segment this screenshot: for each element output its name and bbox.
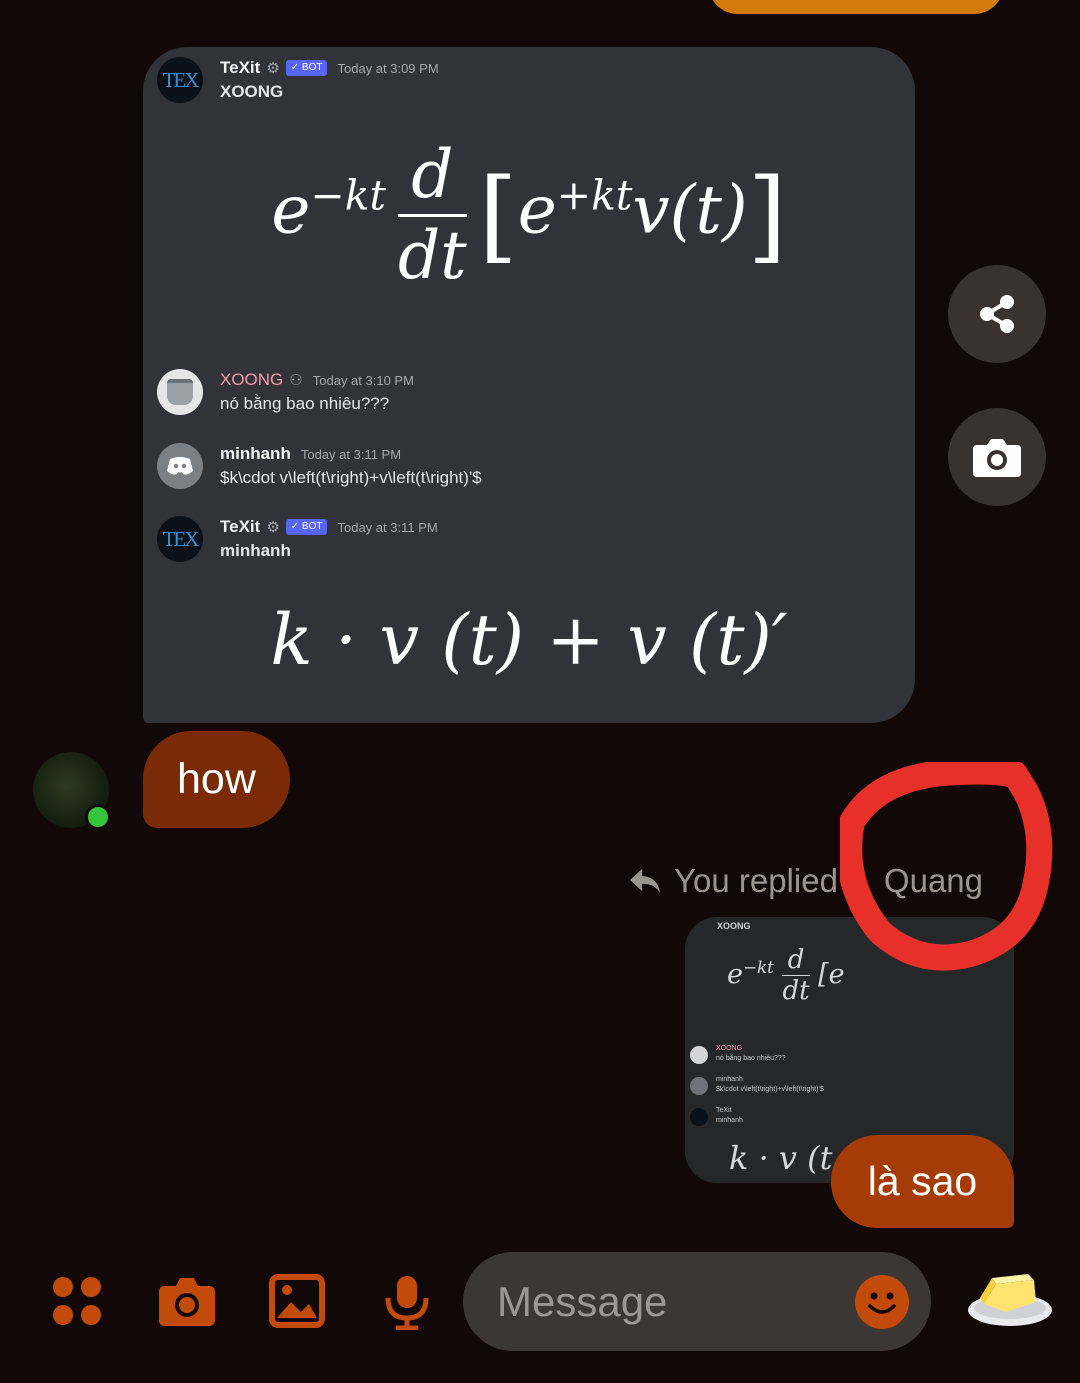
discord-avatar (157, 443, 203, 489)
reply-label: You replied (674, 862, 838, 899)
quote-row: XOONG nó bằng bao nhiêu??? (690, 1044, 990, 1064)
role-icon: ⚇ (289, 372, 303, 389)
incoming-message-bubble[interactable]: how (143, 731, 290, 828)
message-text: XOONG (220, 82, 284, 101)
message-text: là sao (867, 1158, 978, 1204)
message-input[interactable]: Message (463, 1252, 931, 1351)
share-button[interactable] (948, 265, 1046, 363)
bot-badge: ✓ BOT (285, 60, 328, 76)
message-text: nó bằng bao nhiêu??? (220, 394, 390, 413)
robot-icon: ⚙ (266, 519, 280, 536)
message-text: $k\cdot v\left(t\right)+v\left(t\right)'… (220, 468, 482, 487)
quote-equation: e−kt d dt [e (727, 945, 845, 1006)
microphone-icon (385, 1276, 429, 1331)
smiley-icon (868, 1292, 896, 1314)
rendered-equation-derivative: e−kt d dt [e+ktv(t)] (271, 136, 787, 294)
timestamp: Today at 3:10 PM (312, 372, 414, 388)
robot-icon: ⚙ (266, 60, 280, 77)
quote-row: minhanh $k\cdot v\left(t\right)+v\left(t\… (690, 1075, 990, 1095)
red-circle-annotation (840, 762, 1053, 971)
texit-avatar: TEX (157, 516, 203, 562)
online-status-dot (85, 804, 111, 830)
timestamp: Today at 3:11 PM (300, 446, 402, 462)
quote-equation-result: k · v (t (729, 1139, 833, 1177)
timestamp: Today at 3:11 PM (337, 519, 438, 535)
butter-icon (968, 1274, 1052, 1326)
voice-button[interactable] (384, 1274, 430, 1335)
camera-icon (973, 439, 1021, 477)
image-icon (269, 1274, 325, 1328)
message-placeholder: Message (497, 1278, 668, 1325)
camera-compose-button[interactable] (157, 1274, 217, 1333)
camera-button[interactable] (948, 408, 1046, 506)
gallery-button[interactable] (269, 1274, 325, 1333)
username: TeXit (220, 517, 261, 536)
pot-avatar (157, 369, 203, 415)
outgoing-message-bubble[interactable]: là sao (831, 1135, 1014, 1228)
rendered-equation-result: k · v (t) + v (t)′ (270, 599, 788, 681)
quote-row: TeXit minhanh (690, 1106, 990, 1126)
previous-message-bubble[interactable] (708, 0, 1004, 14)
apps-button[interactable] (50, 1274, 104, 1333)
message-text: minhanh (220, 541, 291, 560)
contact-avatar[interactable] (33, 752, 111, 830)
texit-avatar: TEX (157, 57, 203, 103)
emoji-button[interactable] (855, 1275, 909, 1329)
shared-screenshot-image[interactable]: TEX TeXit ⚙ ✓ BOT Today at 3:09 PM XOONG… (143, 47, 915, 723)
bot-badge: ✓ BOT (285, 519, 328, 535)
username: XOONG (220, 370, 284, 389)
camera-icon (159, 1278, 215, 1326)
butter-sticker-button[interactable] (966, 1270, 1054, 1335)
username: TeXit (220, 58, 261, 77)
reply-arrow-icon (630, 869, 660, 893)
quote-title: XOONG (717, 921, 751, 931)
apps-grid-icon (53, 1277, 101, 1325)
username: minhanh (220, 444, 291, 463)
share-icon (980, 295, 1014, 333)
message-text: how (177, 755, 256, 803)
timestamp: Today at 3:09 PM (337, 60, 439, 76)
